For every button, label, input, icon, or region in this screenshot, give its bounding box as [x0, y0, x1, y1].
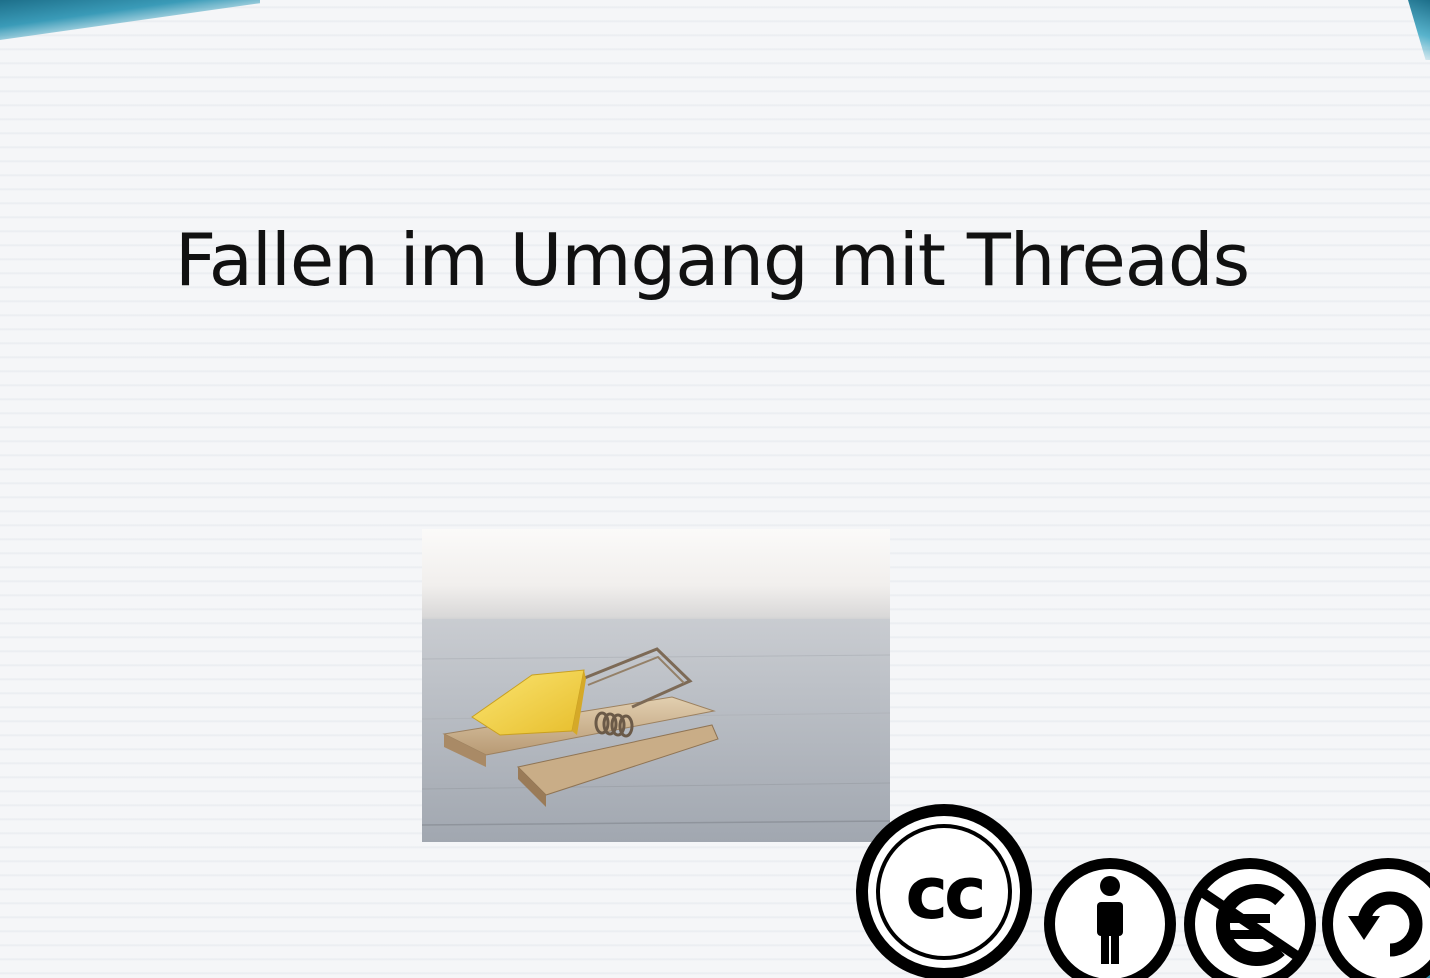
cc-icon: cc	[856, 804, 1032, 978]
license-badges: cc	[852, 800, 1430, 978]
non-commercial-euro-icon	[1184, 858, 1316, 978]
share-alike-icon	[1322, 858, 1430, 978]
frame-accent-right	[1408, 0, 1430, 60]
mousetrap-photo	[422, 529, 890, 842]
slide-title: Fallen im Umgang mit Threads	[174, 218, 1250, 302]
cc-icon-text: cc	[905, 851, 982, 935]
by-attribution-icon	[1044, 858, 1176, 978]
frame-accent-top	[0, 0, 260, 40]
